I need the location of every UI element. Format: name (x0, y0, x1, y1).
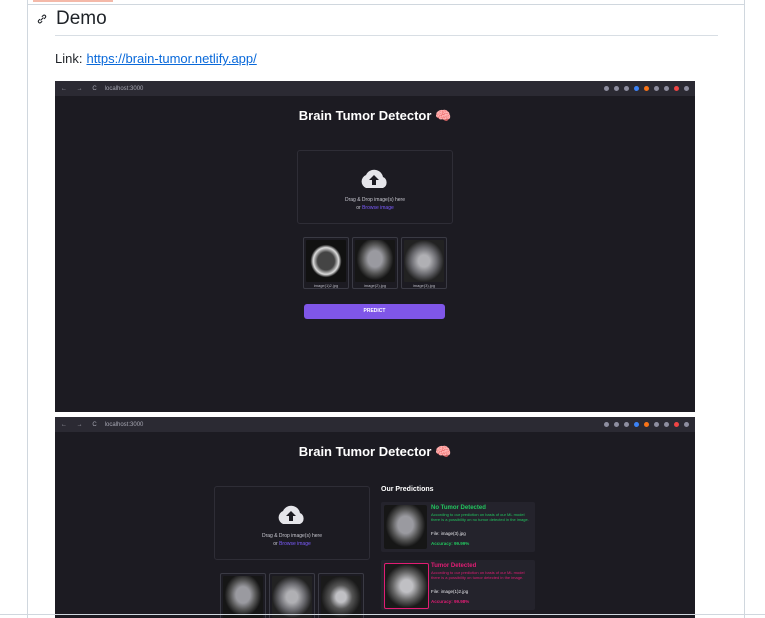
profile-icon[interactable] (674, 422, 679, 427)
or-text: or (273, 541, 278, 547)
star-icon[interactable] (624, 422, 629, 427)
thumbnail[interactable]: image(2).jpg (352, 237, 398, 289)
thumbnail[interactable]: image(3).jpg (401, 237, 447, 289)
mri-image (384, 563, 429, 609)
browser-url[interactable]: localhost:3000 (105, 86, 144, 92)
section-title: Demo (56, 8, 107, 29)
demo-screenshot-upload: ← → C localhost:3000 Brain Tumor Detecto… (55, 81, 695, 412)
cloud-upload-icon (278, 505, 304, 524)
search-icon[interactable] (604, 86, 609, 91)
thumbnail-caption: image(1)2.jpg (313, 283, 339, 288)
browser-toolbar: ← → C localhost:3000 (55, 81, 695, 96)
section-heading: Demo (36, 6, 107, 32)
thumbnail[interactable] (220, 573, 266, 618)
dropzone-browse-row: or Browse image (215, 540, 369, 548)
highlight-mark (33, 0, 113, 2)
mri-image (306, 240, 346, 282)
profile-icon[interactable] (674, 86, 679, 91)
browser-extension-icons (604, 81, 689, 96)
dropzone-text: Drag & Drop image(s) here (344, 197, 406, 203)
extension-icon[interactable] (644, 86, 649, 91)
star-icon[interactable] (624, 86, 629, 91)
extension-icon[interactable] (644, 422, 649, 427)
or-text: or (356, 205, 361, 211)
mri-image (223, 576, 263, 618)
puzzle-icon[interactable] (654, 422, 659, 427)
cloud-upload-icon (361, 169, 387, 188)
search-icon[interactable] (604, 422, 609, 427)
prediction-file: File: image(3).jpg (431, 531, 466, 536)
prediction-description: According to our prediction on basis of … (431, 570, 525, 580)
prediction-card: No Tumor Detected According to our predi… (381, 502, 535, 552)
link-label: Link: (55, 51, 83, 66)
thumbnail[interactable] (318, 573, 364, 618)
page-bottom-divider (0, 614, 765, 615)
predict-button[interactable]: PREDICT (304, 304, 445, 319)
menu-icon[interactable] (684, 86, 689, 91)
demo-link[interactable]: https://brain-tumor.netlify.app/ (86, 51, 256, 66)
menu-icon[interactable] (684, 422, 689, 427)
thumbnail[interactable]: image(1)2.jpg (303, 237, 349, 289)
dropzone[interactable]: Drag & Drop image(s) here or Browse imag… (297, 150, 453, 224)
predictions-title: Our Predictions (381, 486, 434, 493)
sidebar-icon[interactable] (664, 86, 669, 91)
prediction-title: No Tumor Detected (431, 505, 486, 511)
puzzle-icon[interactable] (654, 86, 659, 91)
browser-nav-icons[interactable]: ← → C (61, 422, 101, 428)
browse-link[interactable]: Browse image (362, 205, 394, 211)
thumbnail-caption: image(3).jpg (412, 283, 436, 288)
browser-extension-icons (604, 417, 689, 432)
extension-icon[interactable] (634, 86, 639, 91)
browser-nav-icons[interactable]: ← → C (61, 86, 101, 92)
browser-url[interactable]: localhost:3000 (105, 422, 144, 428)
thumbnail[interactable] (269, 573, 315, 618)
link-anchor-icon[interactable] (36, 13, 48, 25)
app-title: Brain Tumor Detector 🧠 (298, 108, 452, 123)
divider (28, 4, 744, 5)
prediction-file: File: image(1)2.jpg (431, 589, 469, 594)
prediction-accuracy: Accuracy: 99.98% (431, 599, 470, 604)
share-icon[interactable] (614, 422, 619, 427)
browser-toolbar: ← → C localhost:3000 (55, 417, 695, 432)
mri-image (384, 505, 427, 549)
demo-screenshot-predictions: ← → C localhost:3000 Brain Tumor Detecto… (55, 417, 695, 618)
extension-icon[interactable] (634, 422, 639, 427)
dropzone-browse-row: or Browse image (298, 204, 452, 212)
demo-link-row: Link: https://brain-tumor.netlify.app/ (55, 51, 257, 66)
heading-rule (55, 35, 718, 36)
readme-section: Demo Link: https://brain-tumor.netlify.ap… (27, 0, 745, 618)
mri-image (404, 240, 444, 282)
prediction-card: Tumor Detected According to our predicti… (381, 560, 535, 610)
thumbnail-caption: image(2).jpg (363, 283, 387, 288)
app-title: Brain Tumor Detector 🧠 (298, 444, 452, 459)
sidebar-icon[interactable] (664, 422, 669, 427)
dropzone-text: Drag & Drop image(s) here (261, 533, 323, 539)
mri-image (272, 576, 312, 618)
prediction-description: According to our prediction on basis of … (431, 512, 529, 522)
prediction-accuracy: Accuracy: 99.99% (431, 541, 470, 546)
prediction-title: Tumor Detected (431, 563, 477, 569)
browse-link[interactable]: Browse image (279, 541, 311, 547)
dropzone[interactable]: Drag & Drop image(s) here or Browse imag… (214, 486, 370, 560)
mri-image (355, 240, 395, 282)
share-icon[interactable] (614, 86, 619, 91)
mri-image (321, 576, 361, 618)
